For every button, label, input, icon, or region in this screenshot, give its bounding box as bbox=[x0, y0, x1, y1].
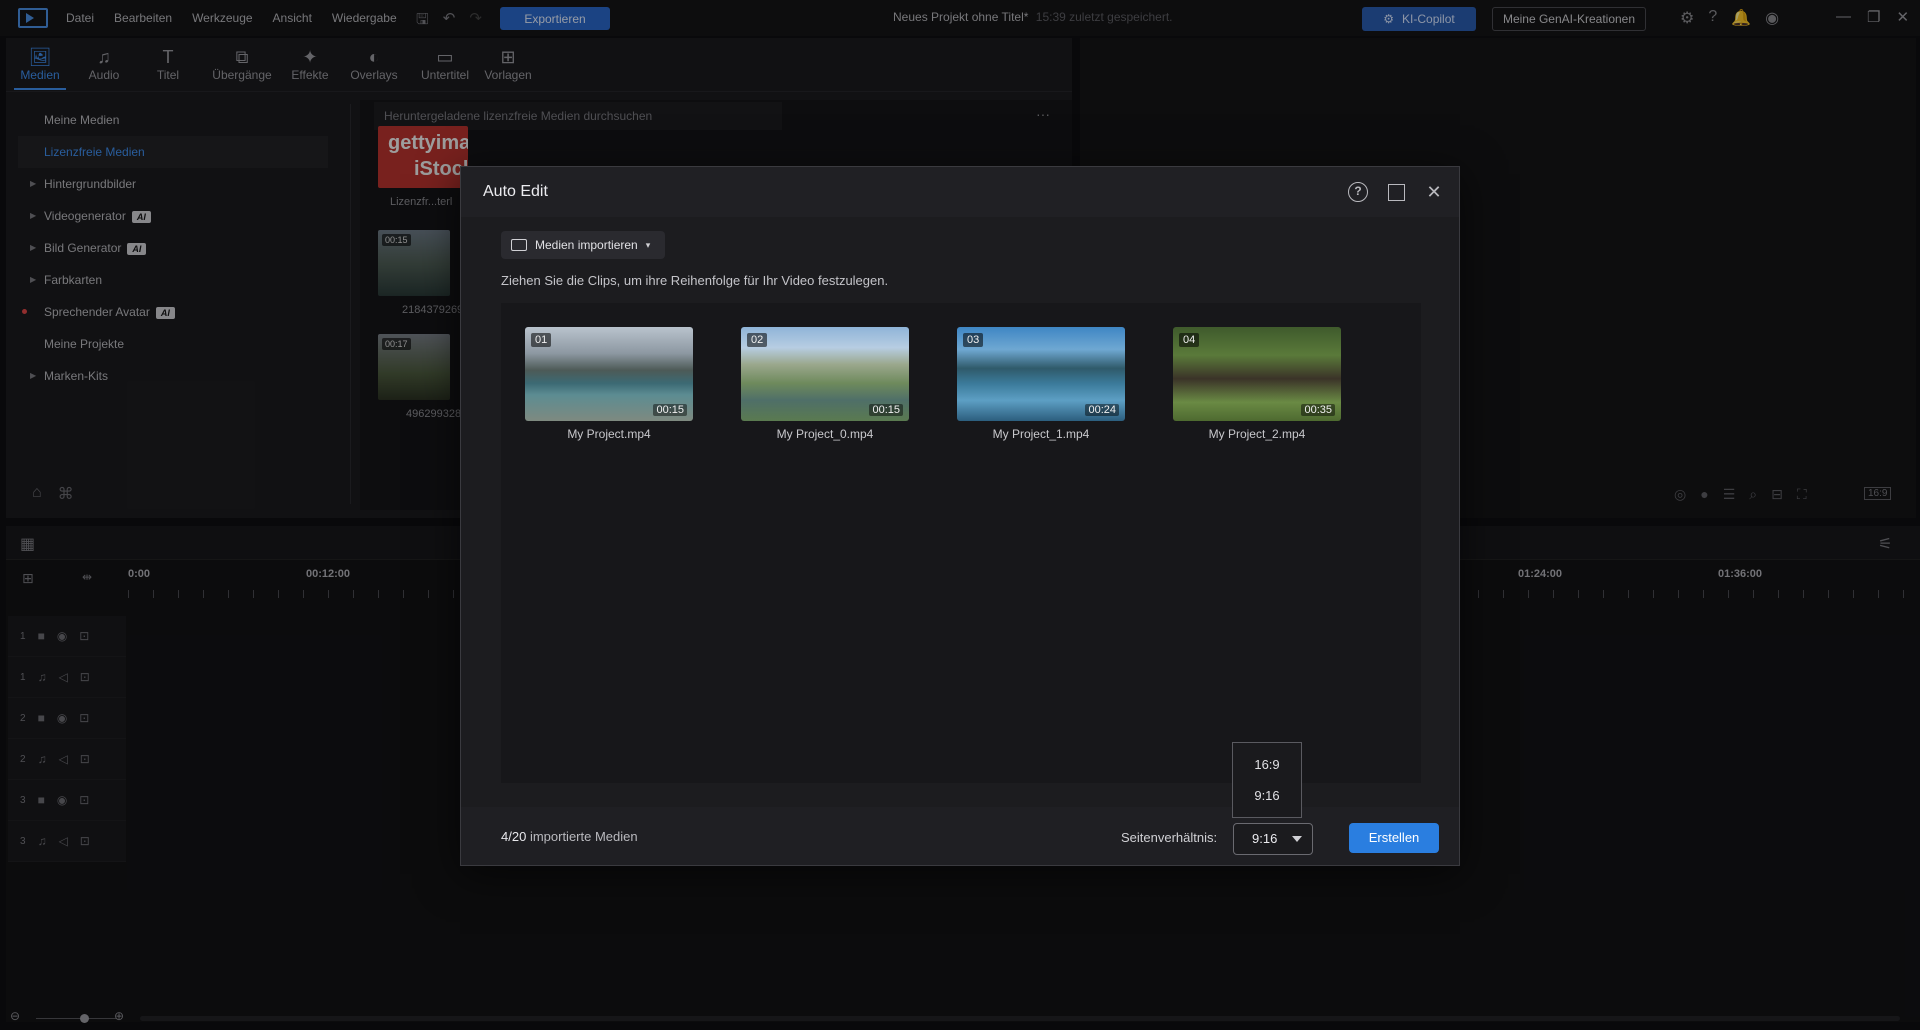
create-button[interactable]: Erstellen bbox=[1349, 823, 1439, 853]
clip-card[interactable]: 01 00:15 My Project.mp4 bbox=[525, 327, 693, 441]
maximize-icon[interactable] bbox=[1385, 181, 1407, 203]
clip-filename: My Project_1.mp4 bbox=[992, 427, 1090, 441]
clip-duration: 00:15 bbox=[869, 404, 903, 416]
chevron-down-icon: ▾ bbox=[645, 239, 651, 250]
media-count-label: importierte Medien bbox=[529, 829, 638, 844]
aspect-ratio-dropdown: 16:9 9:16 bbox=[1232, 742, 1302, 818]
clip-filename: My Project_0.mp4 bbox=[776, 427, 874, 441]
clip-order-area: 01 00:15 My Project.mp4 02 00:15 My Proj… bbox=[501, 303, 1421, 783]
aspect-option-16-9[interactable]: 16:9 bbox=[1233, 749, 1301, 780]
aspect-ratio-value: 9:16 bbox=[1252, 831, 1278, 846]
dialog-footer: 4/20 importierte Medien Seitenverhältnis… bbox=[461, 807, 1459, 865]
clip-card[interactable]: 04 00:35 My Project_2.mp4 bbox=[1173, 327, 1341, 441]
clip-duration: 00:35 bbox=[1301, 404, 1335, 416]
clip-order-number: 02 bbox=[747, 333, 768, 347]
auto-edit-dialog: Auto Edit ? ✕ Medien importieren ▾ Ziehe… bbox=[460, 166, 1460, 866]
imported-media-count: 4/20 importierte Medien bbox=[501, 829, 638, 844]
clip-order-number: 01 bbox=[531, 333, 552, 347]
dialog-header: Auto Edit ? ✕ bbox=[461, 167, 1459, 217]
dialog-title: Auto Edit bbox=[483, 183, 548, 200]
clip-duration: 00:24 bbox=[1085, 404, 1119, 416]
clip-duration: 00:15 bbox=[653, 404, 687, 416]
aspect-ratio-select[interactable]: 9:16 bbox=[1233, 823, 1313, 855]
clip-card[interactable]: 03 00:24 My Project_1.mp4 bbox=[957, 327, 1125, 441]
instruction-text: Ziehen Sie die Clips, um ihre Reihenfolg… bbox=[501, 273, 889, 288]
media-count-value: 4/20 bbox=[501, 829, 527, 844]
clip-thumbnail: 03 00:24 bbox=[957, 327, 1125, 421]
clip-thumbnail: 01 00:15 bbox=[525, 327, 693, 421]
dialog-header-icons: ? ✕ bbox=[1347, 181, 1445, 203]
clip-card[interactable]: 02 00:15 My Project_0.mp4 bbox=[741, 327, 909, 441]
aspect-ratio-label: Seitenverhältnis: bbox=[1121, 830, 1218, 845]
aspect-option-9-16[interactable]: 9:16 bbox=[1233, 780, 1301, 811]
clip-filename: My Project.mp4 bbox=[567, 427, 651, 441]
clip-filename: My Project_2.mp4 bbox=[1208, 427, 1306, 441]
folder-icon bbox=[511, 239, 527, 251]
clip-order-number: 04 bbox=[1179, 333, 1200, 347]
import-media-button[interactable]: Medien importieren ▾ bbox=[501, 231, 665, 259]
dropdown-arrow-icon bbox=[1292, 836, 1302, 842]
clip-thumbnail: 04 00:35 bbox=[1173, 327, 1341, 421]
import-media-label: Medien importieren bbox=[535, 238, 638, 252]
close-icon[interactable]: ✕ bbox=[1423, 181, 1445, 203]
clip-thumbnail: 02 00:15 bbox=[741, 327, 909, 421]
clip-order-number: 03 bbox=[963, 333, 984, 347]
help-icon[interactable]: ? bbox=[1347, 181, 1369, 203]
